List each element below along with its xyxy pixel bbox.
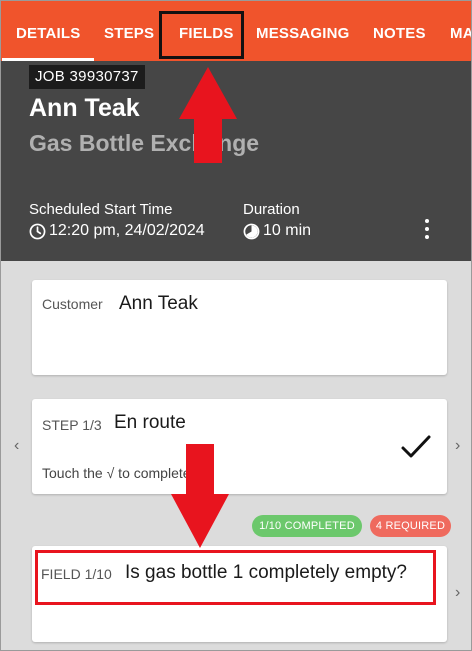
- customer-card[interactable]: Customer Ann Teak: [32, 280, 447, 375]
- tab-more[interactable]: MA: [450, 1, 471, 61]
- tab-notes[interactable]: NOTES: [373, 1, 426, 61]
- step-card-value: En route: [114, 412, 186, 433]
- scheduled-start-text: 12:20 pm, 24/02/2024: [49, 222, 205, 239]
- step-hint: Touch the √ to complete: [42, 465, 191, 481]
- customer-card-label: Customer: [42, 296, 103, 312]
- field-card[interactable]: FIELD 1/10 Is gas bottle 1 completely em…: [32, 546, 447, 642]
- chevron-right-icon[interactable]: ›: [455, 437, 460, 455]
- field-card-value: Is gas bottle 1 completely empty?: [125, 562, 407, 583]
- customer-name: Ann Teak: [29, 94, 140, 122]
- checkmark-icon[interactable]: [400, 433, 432, 461]
- field-chevron-right-icon[interactable]: ›: [455, 584, 460, 602]
- duration-label: Duration: [243, 201, 300, 218]
- tab-bar: DETAILS STEPS FIELDS MESSAGING NOTES MA: [1, 1, 471, 61]
- required-badge: 4 REQUIRED: [370, 515, 451, 537]
- job-title: Gas Bottle Exchange: [29, 130, 260, 156]
- tab-fields[interactable]: FIELDS: [179, 1, 234, 61]
- timer-icon: [243, 223, 260, 239]
- tab-details[interactable]: DETAILS: [1, 1, 96, 61]
- completed-badge: 1/10 COMPLETED: [252, 515, 362, 537]
- tab-steps[interactable]: STEPS: [104, 1, 154, 61]
- app-screen: DETAILS STEPS FIELDS MESSAGING NOTES MA …: [0, 0, 472, 651]
- duration-value: 10 min: [243, 222, 311, 240]
- scheduled-start-label: Scheduled Start Time: [29, 201, 173, 218]
- kebab-menu-icon[interactable]: [417, 217, 437, 241]
- scheduled-start-value: 12:20 pm, 24/02/2024: [29, 222, 205, 240]
- job-header: JOB 39930737 Ann Teak Gas Bottle Exchang…: [1, 61, 471, 261]
- chevron-left-icon[interactable]: ‹: [14, 437, 19, 455]
- customer-card-value: Ann Teak: [119, 293, 198, 314]
- job-number-badge: JOB 39930737: [29, 65, 145, 89]
- step-card[interactable]: STEP 1/3 En route Touch the √ to complet…: [32, 399, 447, 494]
- tab-messaging[interactable]: MESSAGING: [256, 1, 349, 61]
- duration-text: 10 min: [263, 222, 312, 239]
- step-card-label: STEP 1/3: [42, 417, 102, 433]
- clock-icon: [29, 223, 46, 239]
- field-card-label: FIELD 1/10: [41, 566, 112, 582]
